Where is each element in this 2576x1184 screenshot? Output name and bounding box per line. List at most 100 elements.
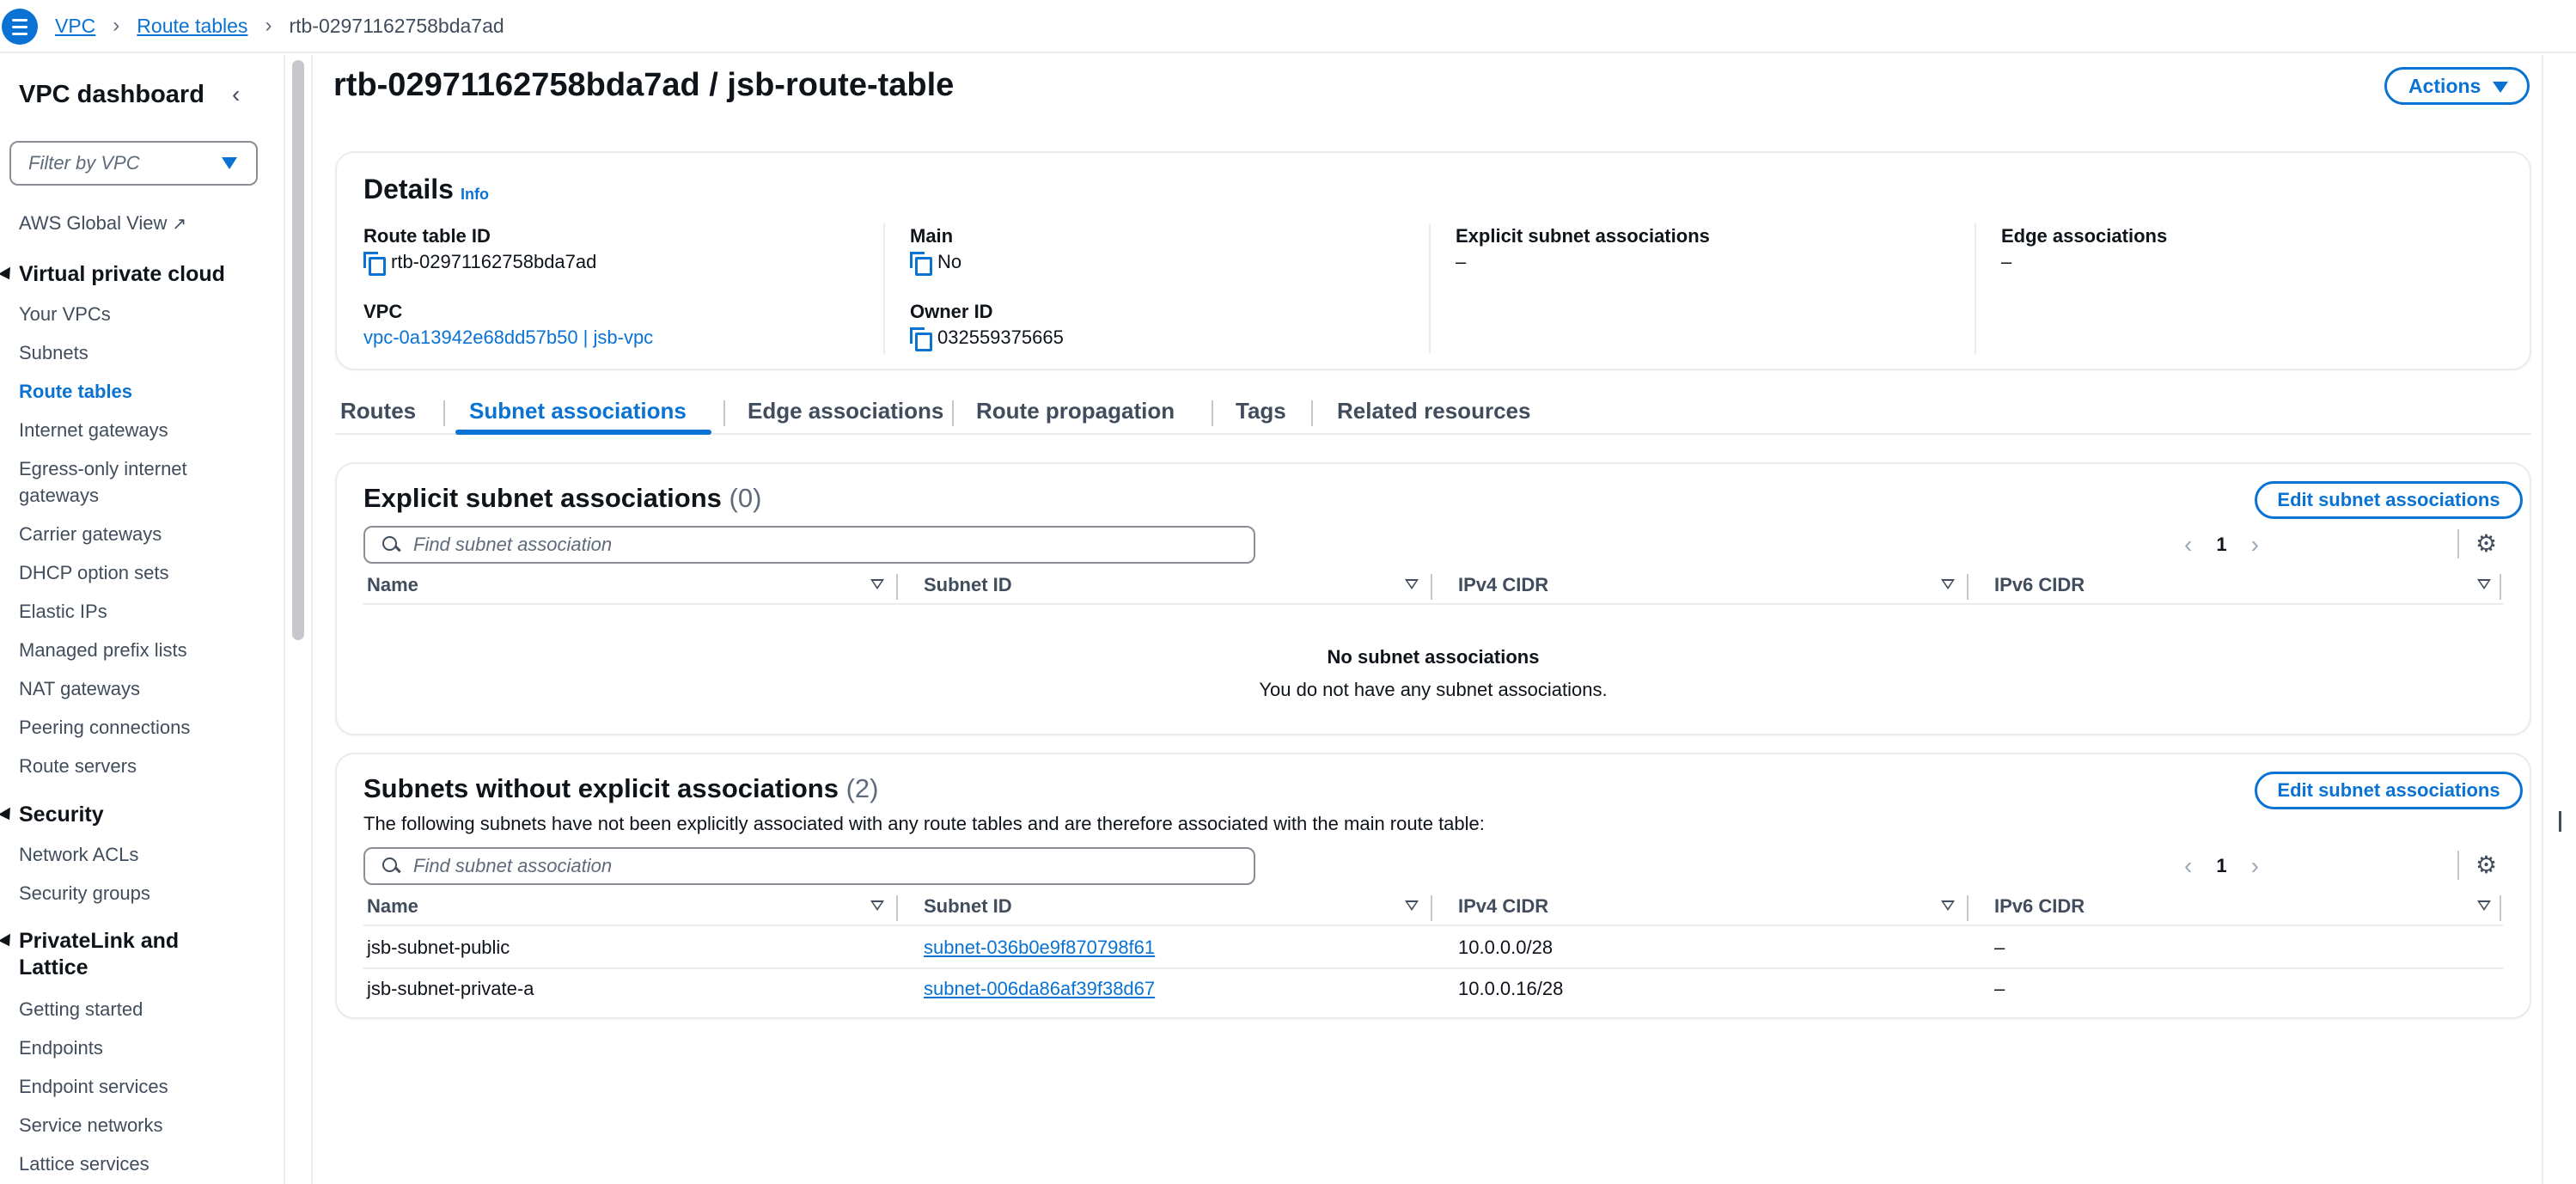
column-header-ipv4[interactable]: IPv4 CIDR <box>1458 574 1548 596</box>
divider[interactable] <box>2500 895 2501 921</box>
table-row[interactable]: jsb-subnet-private-a subnet-006da86af39f… <box>363 969 2503 1010</box>
column-header-ipv6[interactable]: IPv6 CIDR <box>1994 574 2085 596</box>
breadcrumb-vpc-link[interactable]: VPC <box>55 15 95 38</box>
section-title-text: Explicit subnet associations <box>363 483 722 513</box>
search-input[interactable]: Find subnet association <box>363 847 1255 885</box>
sidebar-item-endpoints[interactable]: Endpoints <box>19 1034 259 1061</box>
tab-route-propagation[interactable]: Route propagation <box>976 395 1175 435</box>
divider <box>2542 55 2543 1184</box>
breadcrumb-route-tables-link[interactable]: Route tables <box>137 15 247 38</box>
info-link[interactable]: Info <box>461 186 489 204</box>
tab-tags[interactable]: Tags <box>1236 395 1286 435</box>
external-link-icon: ↗ <box>172 215 187 234</box>
sidebar-item-endpoint-services[interactable]: Endpoint services <box>19 1073 259 1100</box>
menu-icon[interactable] <box>2 9 38 45</box>
sidebar-item-dhcp-option-sets[interactable]: DHCP option sets <box>19 559 259 586</box>
main-value: No <box>910 249 1064 276</box>
divider <box>1212 400 1213 426</box>
sort-icon[interactable] <box>1941 579 1955 589</box>
column-header-ipv6[interactable]: IPv6 CIDR <box>1994 895 2085 918</box>
sidebar-item-your-vpcs[interactable]: Your VPCs <box>19 301 259 327</box>
sidebar-item-managed-prefix-lists[interactable]: Managed prefix lists <box>19 637 259 663</box>
sidebar-section-privatelink[interactable]: PrivateLink and Lattice <box>0 928 258 981</box>
scrollbar-thumb[interactable] <box>292 60 304 640</box>
column-header-ipv4[interactable]: IPv4 CIDR <box>1458 895 1548 918</box>
table-row[interactable]: jsb-subnet-public subnet-036b0e9f870798f… <box>363 928 2503 969</box>
collapse-sidebar-icon[interactable]: ‹ <box>232 81 240 108</box>
tab-routes[interactable]: Routes <box>340 395 416 435</box>
sidebar-item-subnets[interactable]: Subnets <box>19 339 259 366</box>
copy-icon[interactable] <box>363 252 386 276</box>
search-input[interactable]: Find subnet association <box>363 526 1255 564</box>
divider[interactable] <box>896 574 898 600</box>
sort-icon[interactable] <box>870 900 884 911</box>
sidebar-item-nat-gateways[interactable]: NAT gateways <box>19 675 259 702</box>
sidebar-item-route-tables[interactable]: Route tables <box>19 378 259 405</box>
gear-icon[interactable]: ⚙ <box>2475 853 2498 877</box>
gear-icon[interactable]: ⚙ <box>2475 532 2498 556</box>
row-name: jsb-subnet-private-a <box>367 978 534 999</box>
sort-icon[interactable] <box>1405 579 1419 589</box>
copy-icon[interactable] <box>910 252 932 276</box>
sidebar-item-getting-started[interactable]: Getting started <box>19 996 259 1022</box>
sidebar-item-service-networks[interactable]: Service networks <box>19 1112 259 1138</box>
actions-button[interactable]: Actions <box>2384 67 2530 105</box>
sidebar-scrollbar[interactable] <box>289 60 308 1177</box>
row-ipv4: 10.0.0.0/28 <box>1458 937 1554 958</box>
section-count: (0) <box>729 483 762 513</box>
divider[interactable] <box>2500 574 2501 600</box>
subnet-id-link[interactable]: subnet-006da86af39f38d67 <box>924 978 1155 1000</box>
sidebar-item-egress-only-gateways[interactable]: Egress-only internet gateways <box>19 455 208 509</box>
column-header-name[interactable]: Name <box>367 895 418 918</box>
route-table-id-value: rtb-02971162758bda7ad <box>363 249 653 276</box>
sidebar-item-elastic-ips[interactable]: Elastic IPs <box>19 598 259 625</box>
edit-subnet-associations-button[interactable]: Edit subnet associations <box>2255 481 2523 519</box>
sidebar-item-network-acls[interactable]: Network ACLs <box>19 841 259 868</box>
divider <box>2457 529 2459 558</box>
sidebar-item-global-view[interactable]: AWS Global View ↗ <box>19 210 259 238</box>
table-header: Name Subnet ID IPv4 CIDR IPv6 CIDR <box>363 571 2503 605</box>
divider[interactable] <box>1431 574 1432 600</box>
chevron-left-icon[interactable]: ‹ <box>2184 531 2192 558</box>
sort-icon[interactable] <box>2477 579 2491 589</box>
edit-subnet-associations-button[interactable]: Edit subnet associations <box>2255 772 2523 809</box>
owner-id-text: 032559375665 <box>937 327 1064 348</box>
chevron-right-icon[interactable]: › <box>2251 852 2259 880</box>
column-header-subnet-id[interactable]: Subnet ID <box>924 574 1012 596</box>
sidebar-item-internet-gateways[interactable]: Internet gateways <box>19 417 259 443</box>
divider[interactable] <box>1967 574 1969 600</box>
chevron-right-icon[interactable]: › <box>2251 531 2259 558</box>
sidebar-section-security[interactable]: Security <box>0 802 258 828</box>
sidebar-item-carrier-gateways[interactable]: Carrier gateways <box>19 521 259 547</box>
column-header-name[interactable]: Name <box>367 574 418 596</box>
sort-icon[interactable] <box>1941 900 1955 911</box>
sidebar-section-vpc[interactable]: Virtual private cloud <box>0 261 258 288</box>
row-name: jsb-subnet-public <box>367 937 510 958</box>
sidebar-title[interactable]: VPC dashboard <box>19 81 204 109</box>
chevron-left-icon[interactable]: ‹ <box>2184 852 2192 880</box>
vpc-link[interactable]: vpc-0a13942e68dd57b50 | jsb-vpc <box>363 325 653 351</box>
sidebar-item-security-groups[interactable]: Security groups <box>19 880 259 906</box>
divider[interactable] <box>1431 895 1432 921</box>
sort-icon[interactable] <box>870 579 884 589</box>
copy-icon[interactable] <box>910 327 932 351</box>
sidebar: VPC dashboard ‹ Filter by VPC AWS Global… <box>0 55 285 1184</box>
divider[interactable] <box>1967 895 1969 921</box>
tab-edge-associations[interactable]: Edge associations <box>748 395 943 435</box>
sort-icon[interactable] <box>2477 900 2491 911</box>
subnet-id-link[interactable]: subnet-036b0e9f870798f61 <box>924 937 1155 959</box>
page-number[interactable]: 1 <box>2216 855 2226 877</box>
sidebar-item-lattice-services[interactable]: Lattice services <box>19 1150 259 1177</box>
row-ipv4: 10.0.0.16/28 <box>1458 978 1564 999</box>
column-header-subnet-id[interactable]: Subnet ID <box>924 895 1012 918</box>
page-number[interactable]: 1 <box>2216 534 2226 556</box>
active-tab-indicator <box>455 430 711 435</box>
sidebar-item-peering-connections[interactable]: Peering connections <box>19 714 259 741</box>
sort-icon[interactable] <box>1405 900 1419 911</box>
divider <box>952 400 954 426</box>
filter-by-vpc-select[interactable]: Filter by VPC <box>9 141 258 186</box>
divider[interactable] <box>896 895 898 921</box>
divider <box>443 400 445 426</box>
sidebar-item-route-servers[interactable]: Route servers <box>19 753 259 779</box>
tab-related-resources[interactable]: Related resources <box>1337 395 1530 435</box>
